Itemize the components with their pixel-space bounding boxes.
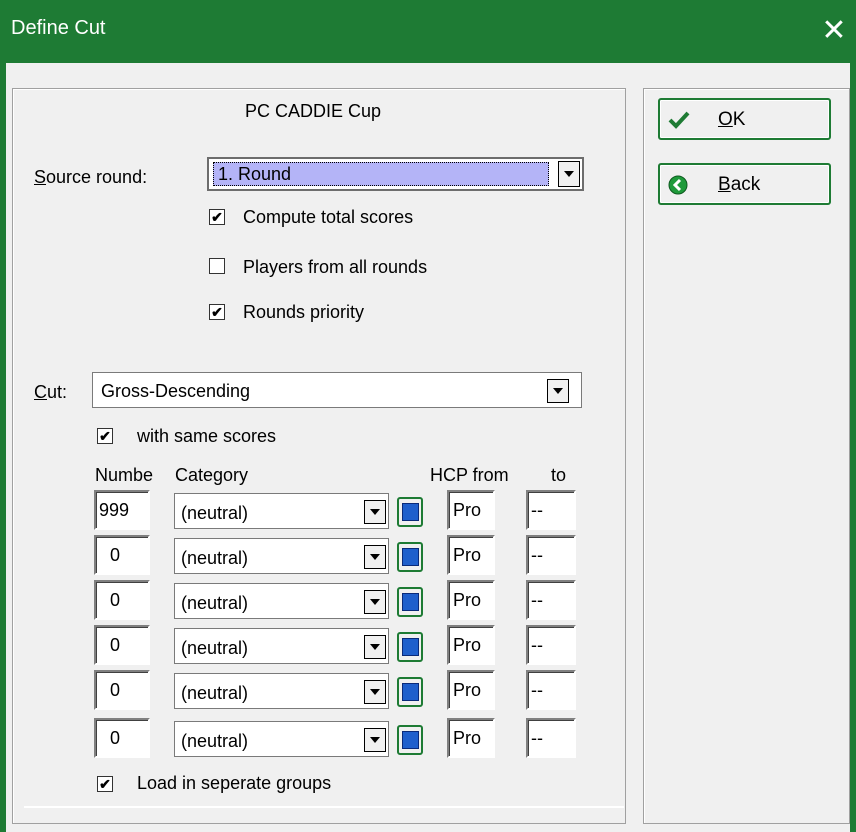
check-icon: ✔ <box>99 428 111 444</box>
row-hcp-from-input[interactable]: Pro <box>447 718 495 758</box>
panel-divider <box>24 806 624 808</box>
row-hcp-from-input[interactable]: Pro <box>447 625 495 665</box>
row-hcp-from-input[interactable]: Pro <box>447 490 495 530</box>
row-category-select[interactable]: (neutral) <box>174 673 389 709</box>
row-to-input[interactable]: -- <box>526 718 576 758</box>
source-round-select[interactable]: 1. Round <box>207 157 584 191</box>
source-round-value: 1. Round <box>218 164 292 184</box>
back-button[interactable]: Back <box>658 163 831 205</box>
check-icon: ✔ <box>99 776 111 792</box>
chevron-down-icon[interactable] <box>364 500 386 524</box>
search-icon[interactable] <box>397 725 423 755</box>
row-category-select[interactable]: (neutral) <box>174 538 389 574</box>
row-to-input[interactable]: -- <box>526 580 576 620</box>
separate-groups-label: Load in seperate groups <box>137 773 332 793</box>
row-number-input[interactable]: 0 <box>94 718 150 758</box>
chevron-down-icon[interactable] <box>364 590 386 614</box>
tournament-name: PC CADDIE Cup <box>245 101 382 121</box>
cut-label: Cut: <box>34 382 68 402</box>
row-number-input[interactable]: 0 <box>94 535 150 575</box>
rounds-priority-label: Rounds priority <box>243 302 365 322</box>
row-category-select[interactable]: (neutral) <box>174 628 389 664</box>
row-to-input[interactable]: -- <box>526 535 576 575</box>
column-hcp-from-header: HCP from <box>430 465 509 485</box>
row-hcp-from-input[interactable]: Pro <box>447 580 495 620</box>
settings-panel <box>12 88 626 824</box>
checkmark-icon <box>668 111 690 129</box>
chevron-down-icon[interactable] <box>364 680 386 704</box>
search-icon[interactable] <box>397 497 423 527</box>
ok-button-label: OK <box>718 109 746 130</box>
same-scores-label: with same scores <box>137 426 277 446</box>
cut-select[interactable]: Gross-Descending <box>92 372 582 408</box>
search-icon[interactable] <box>397 587 423 617</box>
column-number-header: Numbe <box>95 465 154 485</box>
window-title: Define Cut <box>11 17 106 39</box>
chevron-down-icon[interactable] <box>558 161 580 187</box>
window-border-left <box>0 63 6 832</box>
source-round-label: Source round: <box>34 167 148 187</box>
row-to-input[interactable]: -- <box>526 670 576 710</box>
row-number-input[interactable]: 0 <box>94 580 150 620</box>
search-icon[interactable] <box>397 632 423 662</box>
chevron-down-icon[interactable] <box>364 635 386 659</box>
separate-groups-checkbox[interactable]: ✔ <box>97 776 113 792</box>
check-icon: ✔ <box>211 304 223 320</box>
compute-total-label: Compute total scores <box>243 207 414 227</box>
search-icon[interactable] <box>397 677 423 707</box>
players-all-rounds-label: Players from all rounds <box>243 257 428 277</box>
back-arrow-icon <box>668 175 688 195</box>
search-icon[interactable] <box>397 542 423 572</box>
compute-total-checkbox[interactable]: ✔ <box>209 209 225 225</box>
back-button-label: Back <box>718 174 761 195</box>
row-number-input[interactable]: 999 <box>94 490 150 530</box>
row-number-input[interactable]: 0 <box>94 670 150 710</box>
row-to-input[interactable]: -- <box>526 490 576 530</box>
row-category-select[interactable]: (neutral) <box>174 493 389 529</box>
chevron-down-icon[interactable] <box>364 545 386 569</box>
rounds-priority-checkbox[interactable]: ✔ <box>209 304 225 320</box>
ok-button[interactable]: OK <box>658 98 831 140</box>
row-hcp-from-input[interactable]: Pro <box>447 535 495 575</box>
players-all-rounds-checkbox[interactable] <box>209 258 225 274</box>
close-icon[interactable]: ✕ <box>818 13 850 49</box>
row-category-select[interactable]: (neutral) <box>174 583 389 619</box>
chevron-down-icon[interactable] <box>364 728 386 752</box>
check-icon: ✔ <box>211 209 223 225</box>
same-scores-checkbox[interactable]: ✔ <box>97 428 113 444</box>
title-bar: Define Cut ✕ <box>0 0 856 63</box>
column-to-header: to <box>551 465 567 485</box>
row-category-select[interactable]: (neutral) <box>174 721 389 757</box>
chevron-down-icon[interactable] <box>547 379 569 403</box>
window-border-right <box>850 63 856 832</box>
row-to-input[interactable]: -- <box>526 625 576 665</box>
cut-value: Gross-Descending <box>101 381 251 401</box>
column-category-header: Category <box>175 465 249 485</box>
row-hcp-from-input[interactable]: Pro <box>447 670 495 710</box>
row-number-input[interactable]: 0 <box>94 625 150 665</box>
